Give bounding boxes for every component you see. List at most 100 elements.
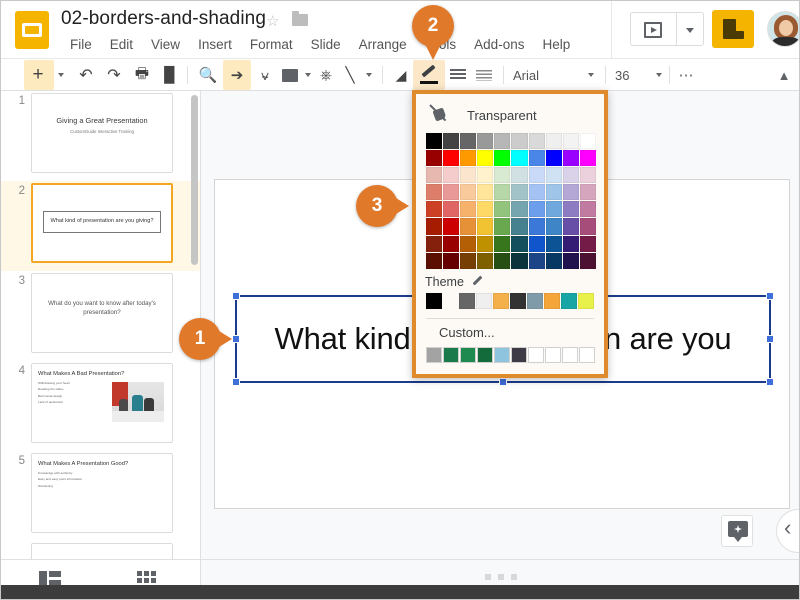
- font-family-dropdown[interactable]: [583, 63, 599, 87]
- color-swatch-0-6[interactable]: [528, 132, 545, 149]
- color-swatch-3-1[interactable]: [442, 184, 459, 201]
- color-swatch-3-4[interactable]: [494, 184, 511, 201]
- color-swatch-0-4[interactable]: [494, 132, 511, 149]
- font-size-dropdown[interactable]: [651, 63, 667, 87]
- color-swatch-7-8[interactable]: [563, 252, 580, 269]
- color-swatch-2-4[interactable]: [494, 166, 511, 184]
- star-icon[interactable]: ☆: [266, 14, 279, 29]
- slide-thumbnail-6-partial[interactable]: [1, 541, 200, 559]
- undo-button[interactable]: ↶: [73, 63, 99, 87]
- color-swatch-5-9[interactable]: [580, 218, 597, 235]
- theme-color-swatch-5[interactable]: [527, 293, 544, 310]
- slide-filmstrip[interactable]: 1 Giving a Great Presentation CustomGuid…: [1, 91, 201, 559]
- color-swatch-2-6[interactable]: [528, 166, 545, 184]
- resize-handle-top-left[interactable]: [232, 292, 240, 300]
- color-swatch-1-9[interactable]: [580, 149, 597, 166]
- color-swatch-2-8[interactable]: [563, 166, 580, 184]
- color-swatch-2-5[interactable]: [511, 166, 528, 184]
- color-swatch-7-4[interactable]: [494, 252, 511, 269]
- custom-color-swatch-1[interactable]: [442, 347, 459, 364]
- slide-thumbnail-2[interactable]: 2 What kind of presentation are you givi…: [1, 181, 200, 271]
- line-dropdown[interactable]: [361, 63, 377, 87]
- color-swatch-7-7[interactable]: [545, 252, 562, 269]
- chevron-left-icon[interactable]: [776, 509, 799, 553]
- border-color-picker-popup[interactable]: Transparent Theme Custom...: [412, 90, 608, 378]
- paint-format-button[interactable]: ▉: [157, 63, 183, 87]
- menu-item-arrange[interactable]: Arrange: [350, 35, 416, 54]
- folder-icon[interactable]: [292, 11, 308, 26]
- text-box-button[interactable]: ⍱: [252, 63, 278, 87]
- custom-color-swatch-4[interactable]: [493, 347, 510, 364]
- more-options-icon[interactable]: ⋯: [675, 63, 697, 87]
- color-swatch-5-7[interactable]: [545, 218, 562, 235]
- color-swatch-6-3[interactable]: [477, 235, 494, 252]
- avatar[interactable]: [767, 11, 799, 47]
- redo-button[interactable]: ↷: [101, 63, 127, 87]
- color-swatch-2-2[interactable]: [459, 166, 477, 184]
- print-button[interactable]: 🖶: [129, 63, 155, 87]
- color-swatch-6-9[interactable]: [580, 235, 597, 252]
- color-swatch-0-1[interactable]: [442, 132, 459, 149]
- color-swatch-0-5[interactable]: [511, 132, 528, 149]
- new-slide-button[interactable]: +: [25, 63, 51, 87]
- resize-handle-top-right[interactable]: [766, 292, 774, 300]
- color-swatch-3-7[interactable]: [545, 184, 562, 201]
- horizontal-grip-icon[interactable]: [485, 574, 517, 580]
- color-swatch-6-1[interactable]: [442, 235, 459, 252]
- present-button[interactable]: [630, 12, 676, 46]
- color-swatch-2-9[interactable]: [580, 166, 597, 184]
- color-swatch-3-9[interactable]: [580, 184, 597, 201]
- custom-color-button[interactable]: Custom...: [439, 325, 595, 340]
- font-size-input[interactable]: 36: [615, 63, 649, 87]
- color-swatch-1-1[interactable]: [442, 149, 459, 166]
- resize-handle-bottom-right[interactable]: [766, 378, 774, 386]
- color-swatch-4-5[interactable]: [511, 201, 528, 218]
- menu-item-help[interactable]: Help: [533, 35, 579, 54]
- shape-button[interactable]: ⎈: [314, 63, 338, 87]
- color-swatch-3-8[interactable]: [563, 184, 580, 201]
- resize-handle-bottom-left[interactable]: [232, 378, 240, 386]
- theme-color-swatch-4[interactable]: [510, 293, 527, 310]
- slide-thumbnail-4[interactable]: 4 What Makes A Bad Presentation? Withdra…: [1, 361, 200, 451]
- explore-icon[interactable]: [721, 515, 753, 547]
- color-swatch-7-9[interactable]: [580, 252, 597, 269]
- menu-item-file[interactable]: File: [61, 35, 101, 54]
- slide-thumbnail-5[interactable]: 5 What Makes A Presentation Good? Knowle…: [1, 451, 200, 541]
- custom-color-swatch-9[interactable]: [578, 347, 595, 364]
- resize-handle-middle-right[interactable]: [766, 335, 774, 343]
- menu-item-slide[interactable]: Slide: [302, 35, 350, 54]
- color-swatch-4-7[interactable]: [545, 201, 562, 218]
- color-swatch-3-3[interactable]: [477, 184, 494, 201]
- slide-thumbnail-1[interactable]: 1 Giving a Great Presentation CustomGuid…: [1, 91, 200, 181]
- color-swatch-3-6[interactable]: [528, 184, 545, 201]
- color-swatch-6-2[interactable]: [459, 235, 477, 252]
- custom-color-swatch-2[interactable]: [459, 347, 476, 364]
- menu-item-insert[interactable]: Insert: [189, 35, 241, 54]
- color-swatch-5-8[interactable]: [563, 218, 580, 235]
- border-weight-button[interactable]: [445, 63, 471, 87]
- zoom-button[interactable]: 🔍: [195, 63, 221, 87]
- color-swatch-6-8[interactable]: [563, 235, 580, 252]
- color-swatch-6-6[interactable]: [528, 235, 545, 252]
- color-swatch-4-9[interactable]: [580, 201, 597, 218]
- color-swatch-4-8[interactable]: [563, 201, 580, 218]
- color-swatch-0-8[interactable]: [563, 132, 580, 149]
- color-swatch-4-0[interactable]: [425, 201, 442, 218]
- present-dropdown-button[interactable]: [676, 12, 704, 46]
- color-swatch-0-7[interactable]: [545, 132, 562, 149]
- color-swatch-1-8[interactable]: [563, 149, 580, 166]
- transparent-option[interactable]: Transparent: [425, 102, 595, 128]
- color-swatch-5-6[interactable]: [528, 218, 545, 235]
- custom-color-swatch-8[interactable]: [561, 347, 578, 364]
- color-swatch-7-2[interactable]: [459, 252, 477, 269]
- theme-color-swatch-6[interactable]: [544, 293, 561, 310]
- color-swatch-0-3[interactable]: [477, 132, 494, 149]
- border-color-button[interactable]: [415, 63, 443, 87]
- custom-color-swatch-7[interactable]: [544, 347, 561, 364]
- filmstrip-scrollbar[interactable]: [191, 95, 198, 265]
- color-swatch-2-1[interactable]: [442, 166, 459, 184]
- menu-item-view[interactable]: View: [142, 35, 189, 54]
- theme-color-swatch-0[interactable]: [425, 293, 442, 310]
- color-swatch-4-4[interactable]: [494, 201, 511, 218]
- custom-color-swatch-6[interactable]: [527, 347, 544, 364]
